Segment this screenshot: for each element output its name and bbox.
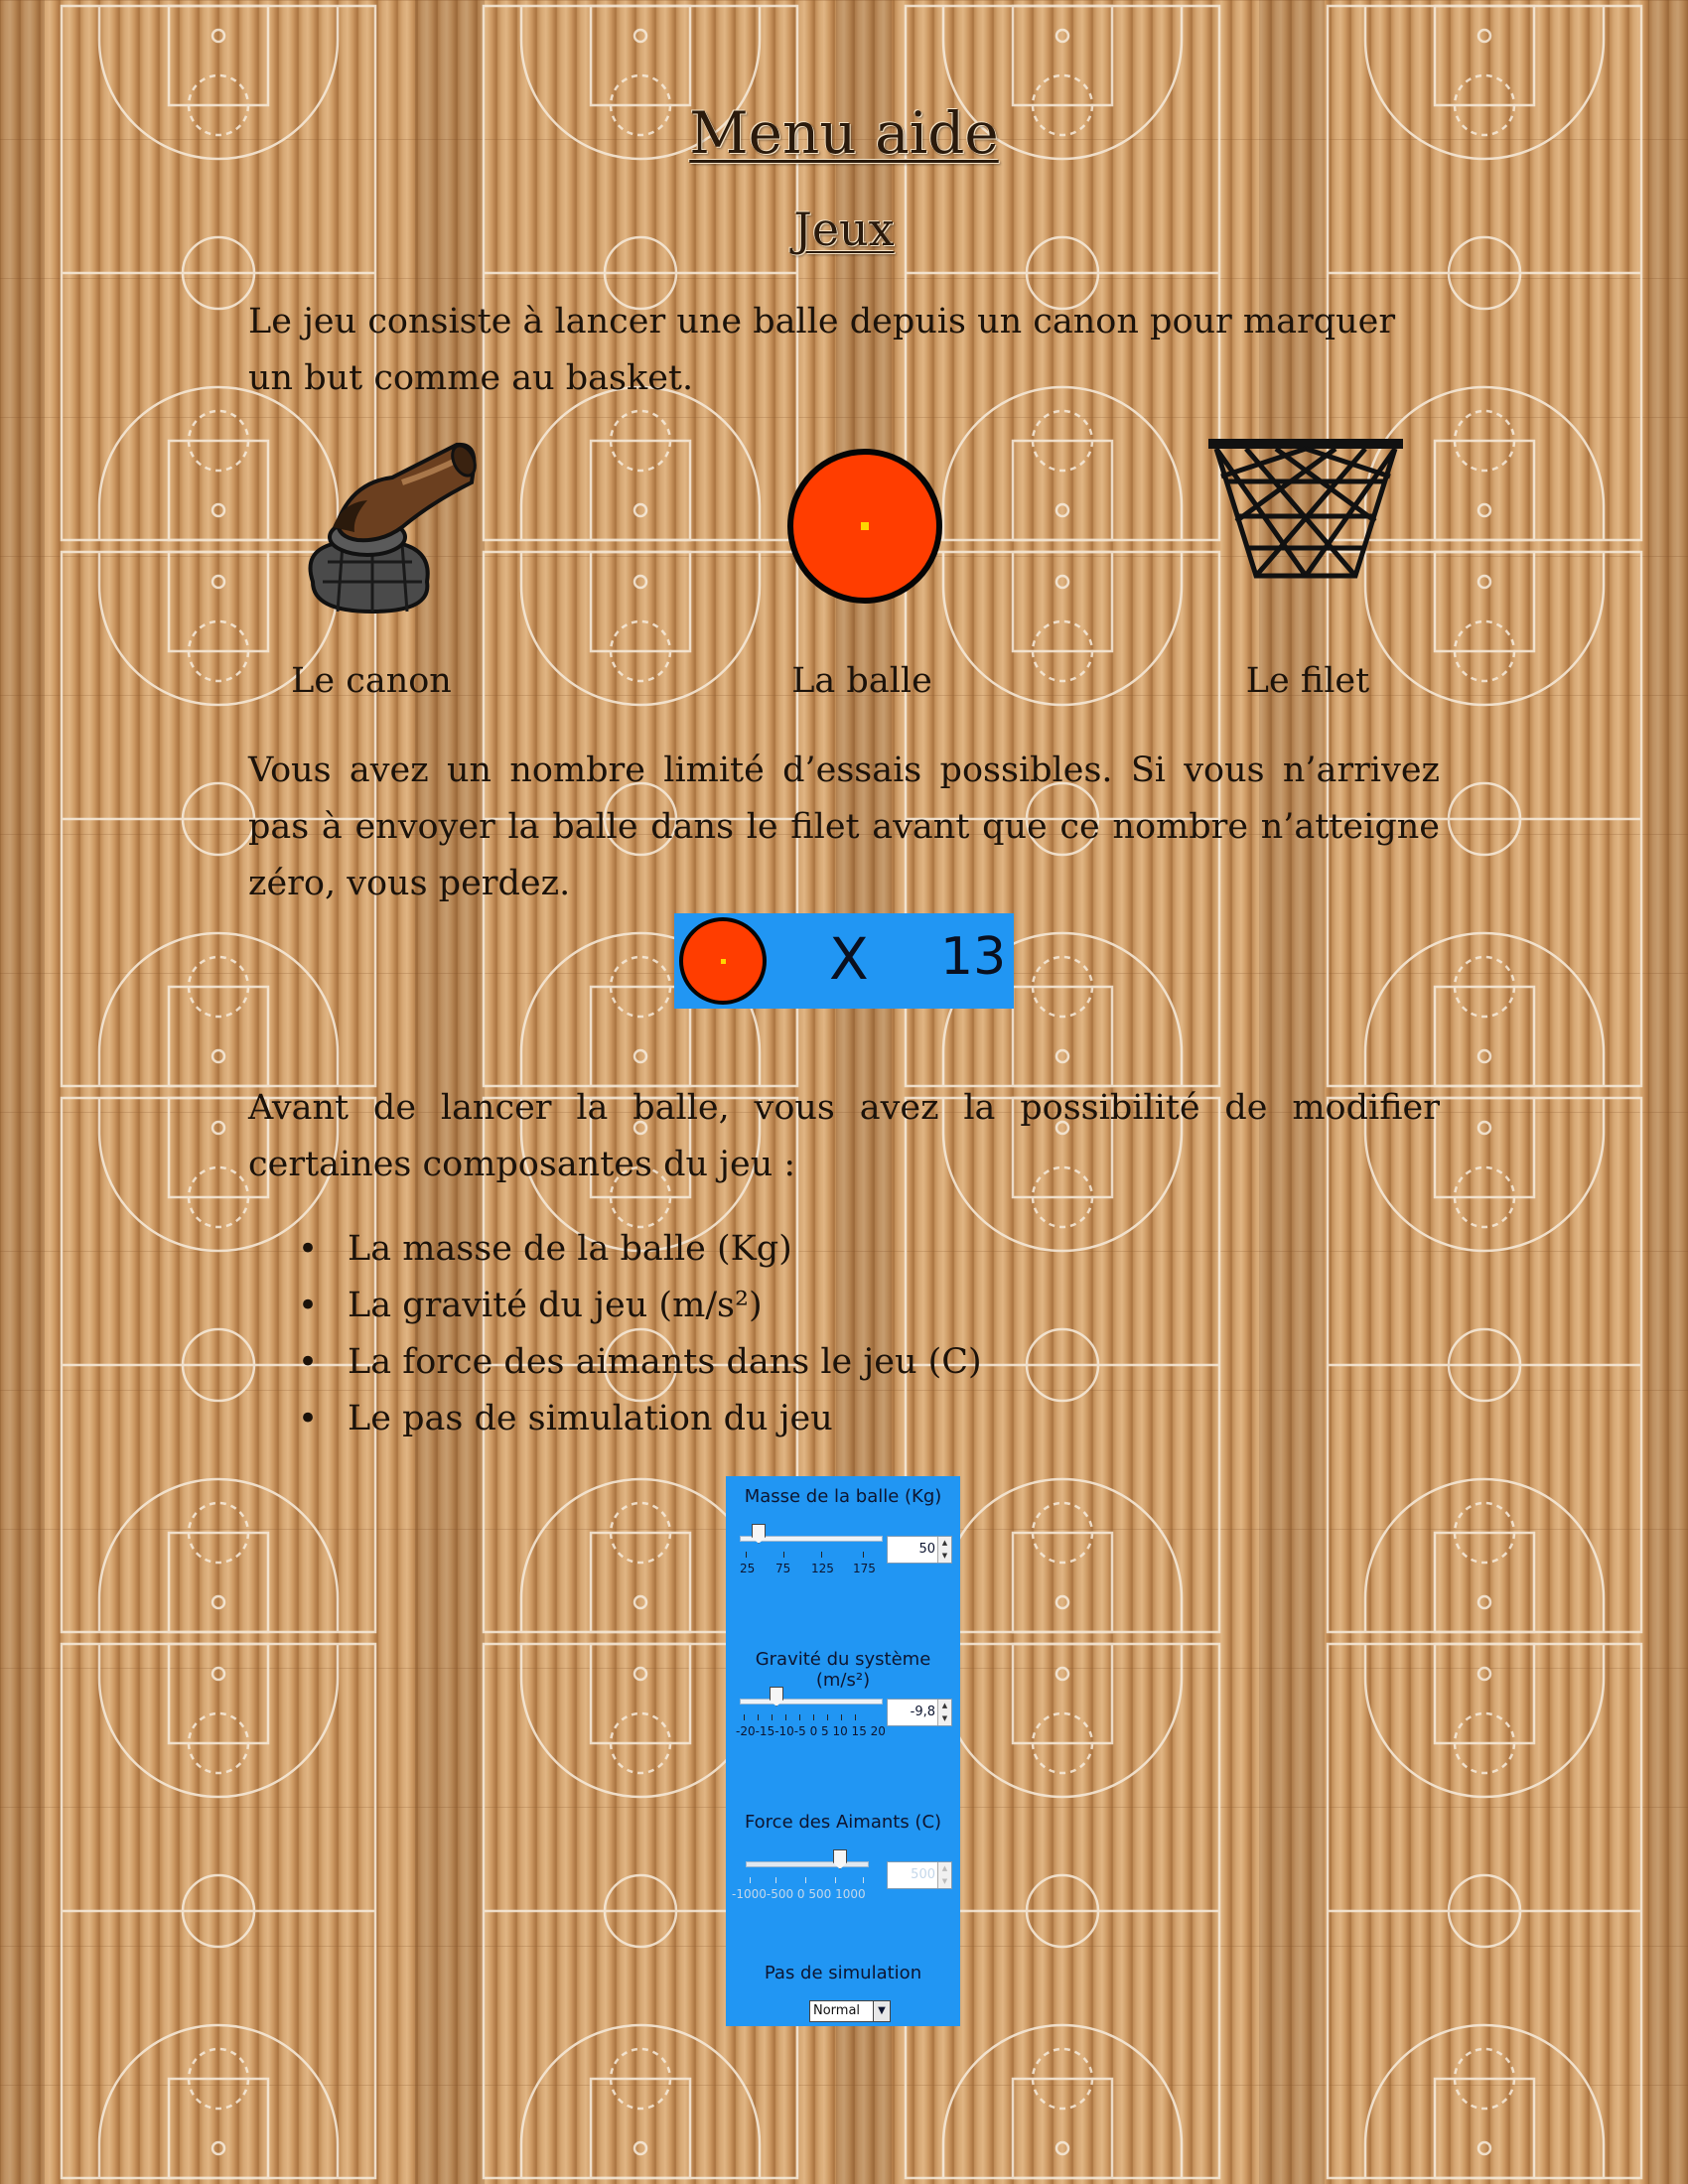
params-list: La masse de la balle (Kg) La gravité du … — [298, 1221, 982, 1447]
list-item: La masse de la balle (Kg) — [298, 1221, 982, 1278]
list-item: Le pas de simulation du jeu — [298, 1391, 982, 1447]
mass-title: Masse de la balle (Kg) — [744, 1486, 942, 1507]
ball-icon — [679, 917, 767, 1005]
intro-text: Le jeu consiste à lancer une balle depui… — [248, 302, 1396, 398]
basket-net-icon — [1208, 439, 1403, 579]
tries-text: Vous avez un nombre limité d’essais poss… — [248, 751, 1440, 903]
net-caption: Le filet — [1245, 661, 1370, 701]
gravity-spinner[interactable]: -9,8 ▲ ▼ — [887, 1699, 952, 1726]
spinner-arrows[interactable]: ▲ ▼ — [937, 1700, 951, 1725]
list-item: La force des aimants dans le jeu (C) — [298, 1334, 982, 1391]
cannon-icon — [308, 442, 477, 614]
magnets-value: 500 — [911, 1867, 935, 1882]
tick-label: 125 — [811, 1562, 834, 1575]
settings-panel: Masse de la balle (Kg) 25 75 125 175 50 … — [726, 1476, 960, 2026]
magnets-title: Force des Aimants (C) — [744, 1812, 942, 1833]
step-value: Normal — [813, 2003, 861, 2018]
tries-count: 13 — [940, 927, 1007, 987]
mass-spinner[interactable]: 50 ▲ ▼ — [887, 1536, 952, 1564]
slider-track — [746, 1861, 869, 1867]
gravity-title: Gravité du système (m/s²) — [755, 1649, 931, 1691]
spinner-arrows[interactable]: ▲ ▼ — [937, 1537, 951, 1563]
page-title: Menu aide — [689, 99, 999, 167]
spinner-arrows[interactable]: ▲ ▼ — [937, 1862, 951, 1888]
slider-ticks — [740, 1552, 885, 1560]
cannon-caption: Le canon — [291, 661, 452, 701]
list-item: La gravité du jeu (m/s²) — [298, 1278, 982, 1334]
chevron-down-icon[interactable]: ▼ — [873, 2001, 890, 2021]
mass-value: 50 — [918, 1542, 935, 1557]
section-title: Jeux — [793, 203, 895, 256]
tick-labels: -20-15-10-5 0 5 10 15 20 — [736, 1724, 886, 1738]
tick-label: 25 — [740, 1562, 756, 1575]
ball-caption: La balle — [791, 661, 932, 701]
slider-track — [740, 1699, 883, 1705]
step-title: Pas de simulation — [764, 1963, 922, 1983]
help-page: Menu aide Jeux Le jeu consiste à lancer … — [0, 0, 1688, 2184]
gravity-value: -9,8 — [910, 1705, 935, 1719]
slider-ticks — [740, 1714, 885, 1722]
tick-label: 175 — [853, 1562, 876, 1575]
multiply-sign: X — [829, 925, 869, 993]
step-select[interactable]: Normal ▼ — [809, 2000, 891, 2022]
tick-label: 75 — [775, 1562, 791, 1575]
magnets-spinner[interactable]: 500 ▲ ▼ — [887, 1861, 952, 1889]
params-intro: Avant de lancer la balle, vous avez la p… — [248, 1088, 1440, 1184]
tries-counter: X 13 — [674, 913, 1014, 1009]
tick-labels: -1000-500 0 500 1000 — [732, 1887, 866, 1901]
slider-ticks — [746, 1877, 891, 1885]
ball-icon — [787, 449, 942, 604]
